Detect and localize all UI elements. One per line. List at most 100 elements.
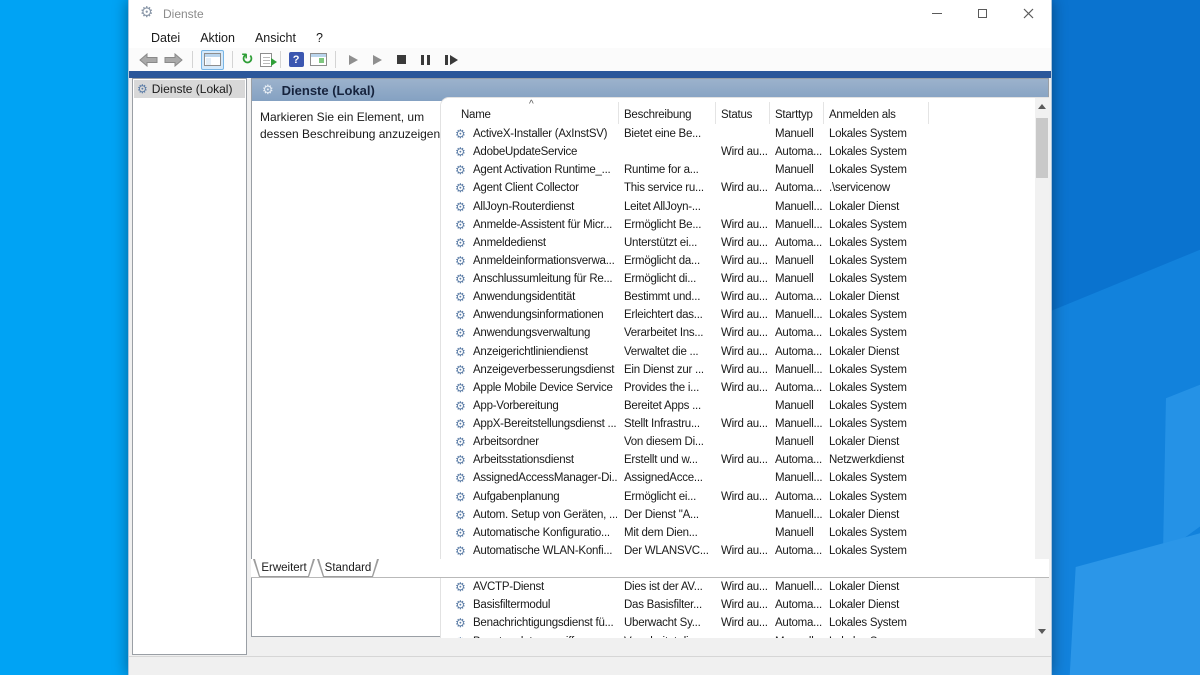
cell-beschreibung: Bereitet Apps ... [624, 400, 719, 412]
refresh-icon[interactable]: ↻ [241, 50, 254, 70]
vertical-scrollbar[interactable] [1035, 98, 1049, 638]
column-header-name[interactable]: Name [461, 109, 491, 121]
sort-ascending-icon[interactable]: ^ [529, 99, 534, 110]
table-row[interactable]: ⚙BasisfiltermodulDas Basisfilter...Wird … [441, 597, 1035, 615]
cell-name: Apple Mobile Device Service [473, 382, 617, 394]
scrollbar-thumb[interactable] [1036, 118, 1048, 178]
table-row[interactable]: ⚙Automatische Konfiguratio...Mit dem Die… [441, 525, 1035, 543]
console-tree-panel: ⚙ Dienste (Lokal) [132, 78, 247, 655]
help-icon[interactable] [289, 50, 304, 70]
cell-anmelden-als: Lokaler Dienst [829, 291, 939, 303]
column-header-anmelden-als[interactable]: Anmelden als [829, 109, 896, 121]
service-gear-icon: ⚙ [455, 346, 466, 359]
table-row[interactable]: ⚙AnzeigeverbesserungsdienstEin Dienst zu… [441, 362, 1035, 380]
start-service-icon[interactable] [349, 50, 358, 70]
service-gear-icon: ⚙ [455, 636, 466, 639]
cell-anmelden-als: Lokales System [829, 418, 939, 430]
column-divider[interactable] [928, 102, 929, 124]
table-row[interactable]: ⚙ArbeitsordnerVon diesem Di...ManuellLok… [441, 434, 1035, 452]
table-row[interactable]: ⚙AppX-Bereitstellungsdienst ...Stellt In… [441, 416, 1035, 434]
export-list-icon[interactable] [260, 50, 272, 70]
menu-ansicht[interactable]: Ansicht [245, 29, 306, 47]
table-row[interactable]: ⚙Apple Mobile Device ServiceProvides the… [441, 380, 1035, 398]
tab-standard[interactable]: Standard [317, 559, 379, 577]
cell-beschreibung: Bestimmt und... [624, 291, 719, 303]
scroll-up-icon[interactable] [1035, 98, 1049, 114]
cell-anmelden-als: Lokales System [829, 327, 939, 339]
forward-icon[interactable] [164, 50, 184, 70]
services-main-panel: ⚙ Dienste (Lokal) Markieren Sie ein Elem… [251, 78, 1049, 637]
service-gear-icon: ⚙ [455, 617, 466, 630]
view-tab-strip: Erweitert Standard [251, 559, 1049, 578]
toolbar: ↻ [129, 48, 1051, 71]
column-divider[interactable] [715, 102, 716, 124]
cell-beschreibung: Verwaltet die ... [624, 346, 719, 358]
table-row[interactable]: ⚙AdobeUpdateServiceWird au...Automa...Lo… [441, 144, 1035, 162]
table-row[interactable]: ⚙Benutzerdatenzugriff_...Verarbeitet di.… [441, 634, 1035, 639]
table-row[interactable]: ⚙AnwendungsverwaltungVerarbeitet Ins...W… [441, 325, 1035, 343]
cell-starttyp: Automa... [775, 454, 827, 466]
close-button[interactable] [1006, 0, 1051, 27]
cell-anmelden-als: Lokales System [829, 400, 939, 412]
cell-status: Wird au... [721, 545, 773, 557]
table-row[interactable]: ⚙Anschlussumleitung für Re...Ermöglicht … [441, 271, 1035, 289]
table-row[interactable]: ⚙AnwendungsidentitätBestimmt und...Wird … [441, 289, 1035, 307]
column-header-starttyp[interactable]: Starttyp [775, 109, 813, 121]
cell-beschreibung: Von diesem Di... [624, 436, 719, 448]
cell-starttyp: Manuell [775, 255, 827, 267]
cell-status: Wird au... [721, 273, 773, 285]
tree-item-dienste-lokal[interactable]: ⚙ Dienste (Lokal) [134, 80, 245, 98]
minimize-button[interactable] [914, 0, 959, 27]
properties-window-icon[interactable] [310, 50, 327, 70]
table-row[interactable]: ⚙AllJoyn-RouterdienstLeitet AllJoyn-...M… [441, 199, 1035, 217]
cell-beschreibung: Der Dienst "A... [624, 509, 719, 521]
title-bar[interactable]: ⚙ Dienste [129, 0, 1051, 27]
table-row[interactable]: ⚙AufgabenplanungErmöglicht ei...Wird au.… [441, 489, 1035, 507]
table-row[interactable]: ⚙AnwendungsinformationenErleichtert das.… [441, 307, 1035, 325]
table-row[interactable]: ⚙ArbeitsstationsdienstErstellt und w...W… [441, 452, 1035, 470]
resume-service-icon[interactable] [373, 50, 382, 70]
column-header-status[interactable]: Status [721, 109, 752, 121]
restart-service-icon[interactable] [445, 50, 458, 70]
cell-status: Wird au... [721, 346, 773, 358]
service-gear-icon: ⚙ [455, 509, 466, 522]
menu-aktion[interactable]: Aktion [190, 29, 245, 47]
cell-status: Wird au... [721, 146, 773, 158]
table-row[interactable]: ⚙AnmeldedienstUnterstützt ei...Wird au..… [441, 235, 1035, 253]
show-console-tree-icon[interactable] [201, 50, 224, 70]
table-row[interactable]: ⚙Anmelde-Assistent für Micr...Ermöglicht… [441, 217, 1035, 235]
service-gear-icon: ⚙ [455, 273, 466, 286]
table-row[interactable]: ⚙ActiveX-Installer (AxInstSV)Bietet eine… [441, 126, 1035, 144]
table-row[interactable]: ⚙Autom. Setup von Geräten, ...Der Dienst… [441, 507, 1035, 525]
table-row[interactable]: ⚙AVCTP-DienstDies ist der AV...Wird au..… [441, 579, 1035, 597]
cell-name: Anzeigeverbesserungsdienst [473, 364, 617, 376]
cell-status: Wird au... [721, 491, 773, 503]
service-gear-icon: ⚙ [455, 581, 466, 594]
table-row[interactable]: ⚙AssignedAccessManager-Di...AssignedAcce… [441, 470, 1035, 488]
stop-service-icon[interactable] [397, 50, 406, 70]
table-row[interactable]: ⚙Benachrichtigungsdienst fü...Überwacht … [441, 615, 1035, 633]
service-gear-icon: ⚙ [455, 146, 466, 159]
table-row[interactable]: ⚙Agent Client CollectorThis service ru..… [441, 180, 1035, 198]
table-row[interactable]: ⚙Agent Activation Runtime_...Runtime for… [441, 162, 1035, 180]
column-divider[interactable] [618, 102, 619, 124]
tab-erweitert[interactable]: Erweitert [253, 559, 315, 577]
column-header-beschreibung[interactable]: Beschreibung [624, 109, 691, 121]
table-row[interactable]: ⚙AnzeigerichtliniendienstVerwaltet die .… [441, 344, 1035, 362]
cell-anmelden-als: Lokales System [829, 219, 939, 231]
maximize-button[interactable] [960, 0, 1005, 27]
toolbar-separator [280, 51, 281, 68]
menu-datei[interactable]: Datei [141, 29, 190, 47]
close-icon [1023, 8, 1034, 19]
scroll-down-icon[interactable] [1035, 623, 1049, 638]
service-gear-icon: ⚙ [455, 309, 466, 322]
cell-starttyp: Automa... [775, 617, 827, 629]
table-row[interactable]: ⚙Anmeldeinformationsverwa...Ermöglicht d… [441, 253, 1035, 271]
column-divider[interactable] [823, 102, 824, 124]
table-row[interactable]: ⚙App-VorbereitungBereitet Apps ...Manuel… [441, 398, 1035, 416]
column-divider[interactable] [769, 102, 770, 124]
back-icon[interactable] [138, 50, 158, 70]
menu-hilfe[interactable]: ? [306, 29, 333, 47]
cell-name: ActiveX-Installer (AxInstSV) [473, 128, 617, 140]
pause-service-icon[interactable] [421, 50, 430, 70]
